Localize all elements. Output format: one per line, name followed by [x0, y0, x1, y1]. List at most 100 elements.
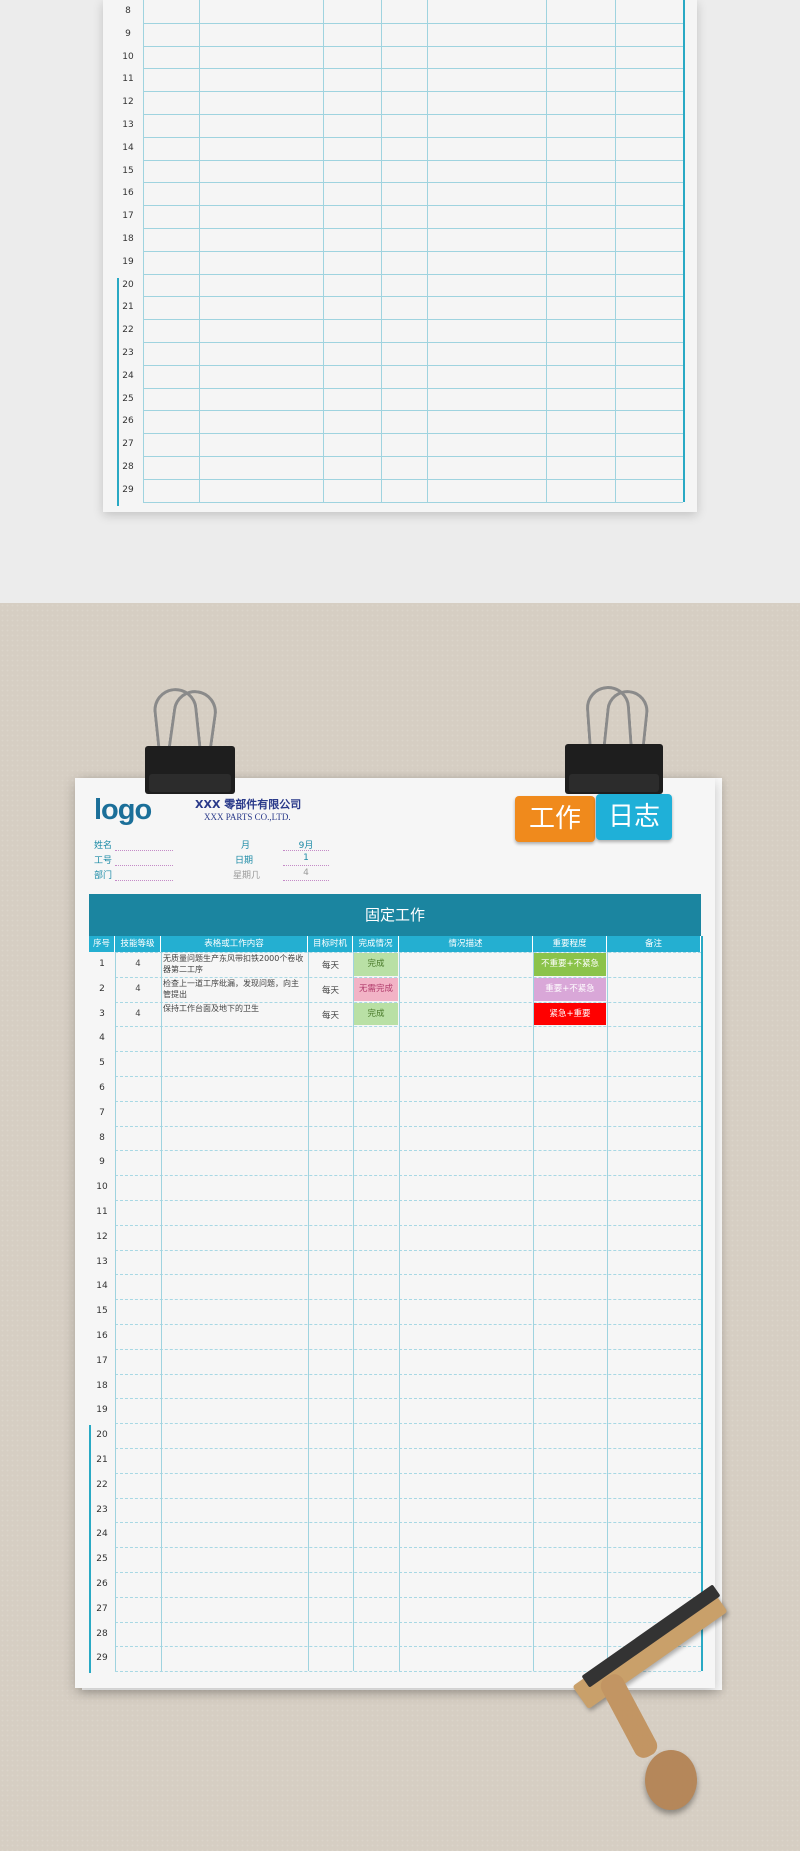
table-row-line	[115, 1497, 701, 1499]
table-row-line	[115, 1100, 701, 1102]
grid-row-line	[143, 296, 683, 298]
row-number: 13	[122, 120, 134, 130]
row-number: 21	[96, 1455, 108, 1465]
table-col-line	[607, 952, 608, 1672]
grid-row-line	[143, 410, 683, 412]
grid-col-line	[381, 0, 382, 502]
row-number: 1	[99, 959, 105, 969]
table-row-line	[115, 1348, 701, 1350]
table-row-line	[115, 1175, 701, 1177]
grid-row-line	[143, 22, 683, 24]
priority-cell[interactable]: 不重要+不紧急	[534, 953, 606, 976]
table-col-line	[161, 952, 162, 1672]
row-number: 10	[122, 51, 134, 62]
row-number: 17	[122, 211, 134, 222]
table-col-line	[399, 952, 400, 1672]
row-number: 14	[122, 142, 134, 153]
work-content-cell[interactable]: 无质量问题生产东风带扣铁2000个卷收器第二工序	[163, 953, 306, 975]
row-number: 8	[99, 1132, 105, 1143]
skill-level-cell[interactable]: 4	[115, 959, 161, 969]
table-row-line	[115, 1026, 701, 1028]
binder-clip-left	[145, 685, 235, 800]
table-row-line	[115, 1224, 701, 1226]
row-number: 29	[96, 1653, 108, 1664]
row-number: 18	[122, 234, 134, 244]
column-header: 完成情况	[353, 936, 399, 952]
table-row-line	[115, 1572, 701, 1573]
row-number: 7	[99, 1107, 105, 1118]
grid-row-line	[143, 342, 683, 343]
row-number: 6	[99, 1083, 105, 1093]
table-row-line	[115, 1125, 701, 1127]
table-row-line	[115, 1423, 701, 1425]
grid-col-line	[615, 0, 616, 502]
grid-row-line	[143, 228, 683, 229]
row-number: 2	[99, 983, 105, 994]
name-field[interactable]	[115, 850, 173, 851]
status-cell[interactable]: 完成	[354, 953, 398, 976]
table-col-line	[308, 952, 309, 1672]
skill-level-cell[interactable]: 4	[115, 984, 161, 994]
table-row-line	[115, 1398, 701, 1400]
grid-row-line	[143, 205, 683, 207]
title-badge-log: 日志	[596, 794, 672, 840]
date-label: 日期	[235, 856, 254, 866]
row-number: 13	[96, 1256, 108, 1267]
dept-label: 部门	[94, 871, 113, 881]
weekday-value[interactable]: 4	[283, 868, 329, 878]
row-number: 15	[122, 165, 134, 176]
id-field[interactable]	[115, 865, 173, 866]
grid-row-line	[143, 182, 683, 184]
row-number: 28	[96, 1628, 108, 1639]
dept-field[interactable]	[115, 880, 173, 881]
grid-row-line	[143, 387, 683, 389]
target-timing-cell[interactable]: 每天	[308, 1009, 353, 1021]
table-row-line	[115, 1299, 701, 1301]
status-cell[interactable]: 完成	[354, 1002, 398, 1026]
work-content-cell[interactable]: 保持工作台面及地下的卫生	[163, 1003, 306, 1014]
priority-cell[interactable]: 重要+不紧急	[534, 977, 606, 1001]
section-banner: 固定工作	[89, 894, 701, 936]
row-number: 9	[125, 28, 131, 39]
table-row-line	[115, 1076, 701, 1077]
target-timing-cell[interactable]: 每天	[308, 984, 353, 996]
column-header: 目标时机	[308, 936, 353, 952]
table-row-line	[115, 1051, 701, 1053]
grid-col-line	[323, 0, 324, 502]
table-row-line	[115, 1249, 701, 1251]
grid-col-line	[143, 0, 144, 502]
grid-row-line	[143, 159, 683, 161]
top-grid: 8 9 10 11 12 13 14 15 16 17 18 19 20 21 22 23 24 25 26 27 28…	[115, 0, 685, 506]
row-number: 5	[99, 1058, 105, 1069]
table-row-line	[115, 1448, 701, 1449]
top-background: 8 9 10 11 12 13 14 15 16 17 18 19 20 21 22 23 24 25 26 27 28…	[0, 0, 800, 603]
date-value[interactable]: 1	[283, 853, 329, 863]
column-header: 备注	[607, 936, 701, 952]
row-number: 26	[96, 1579, 108, 1589]
work-content-cell[interactable]: 检查上一道工序纰漏，发现问题，向主管提出	[163, 978, 306, 1000]
grid-row-line	[143, 433, 683, 435]
table-row-line	[115, 1596, 701, 1598]
table-row-line	[115, 1522, 701, 1524]
grid-row-line	[143, 136, 683, 138]
table-col-line	[533, 952, 534, 1672]
company-name-en: XXX PARTS CO.,LTD.	[204, 812, 291, 822]
grid-row-line	[143, 364, 683, 366]
skill-level-cell[interactable]: 4	[115, 1009, 161, 1019]
binder-clip-right	[565, 684, 663, 798]
grid-row-line	[143, 501, 683, 503]
row-number: 19	[96, 1405, 108, 1416]
grid-row-line	[143, 91, 683, 93]
priority-cell[interactable]: 紧急+重要	[534, 1002, 606, 1026]
table-row-line	[115, 1274, 701, 1276]
month-label: 月	[241, 841, 251, 851]
name-label: 姓名	[94, 841, 113, 851]
row-number: 20	[96, 1430, 108, 1441]
row-number: 12	[96, 1231, 108, 1242]
status-cell[interactable]: 无需完成	[354, 977, 398, 1001]
row-number: 18	[96, 1380, 108, 1391]
row-number: 25	[96, 1554, 108, 1565]
target-timing-cell[interactable]: 每天	[308, 959, 353, 971]
id-label: 工号	[94, 856, 113, 866]
grid-row-line	[143, 114, 683, 115]
